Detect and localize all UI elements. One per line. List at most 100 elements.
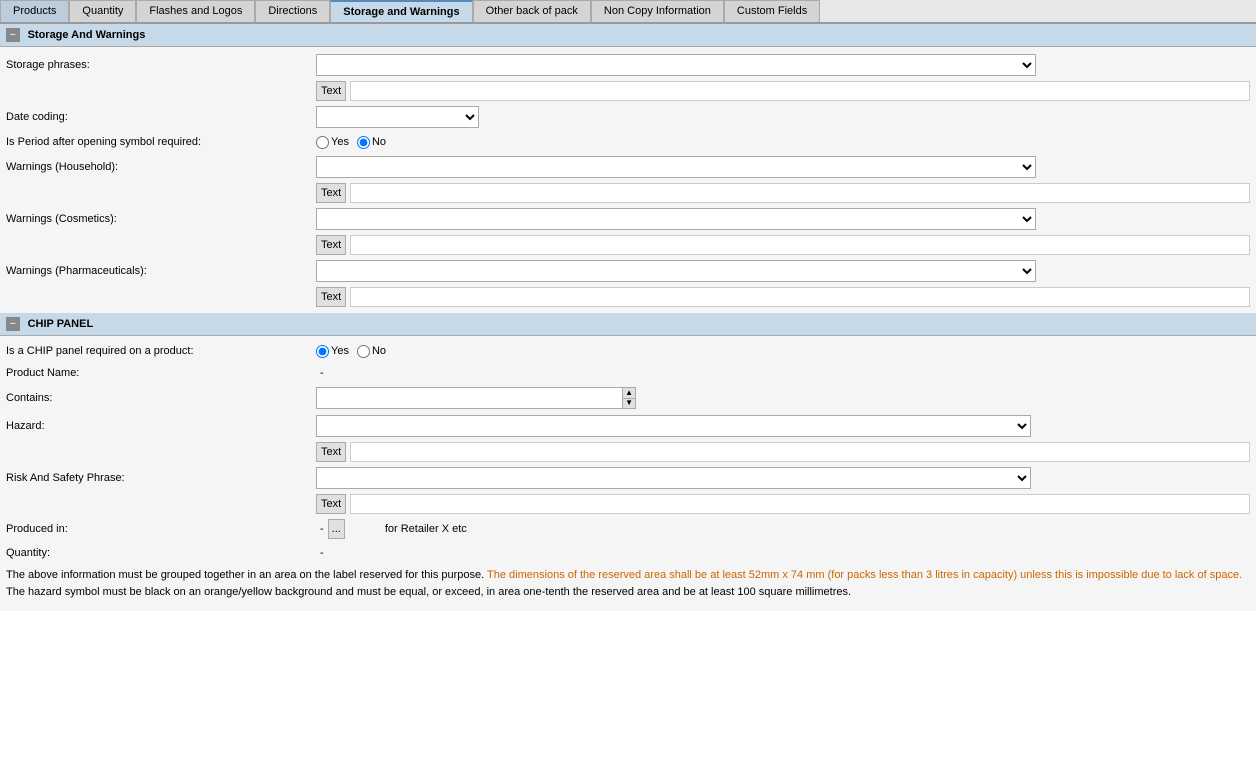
warnings-cosmetics-select[interactable] xyxy=(316,208,1036,230)
storage-phrases-control xyxy=(316,54,1250,76)
produced-browse-btn[interactable]: ... xyxy=(328,519,345,539)
tab-other-back[interactable]: Other back of pack xyxy=(473,0,591,22)
hazard-text-row: Text xyxy=(0,440,1256,464)
date-coding-select[interactable] xyxy=(316,106,479,128)
tab-non-copy[interactable]: Non Copy Information xyxy=(591,0,724,22)
warnings-household-text-btn[interactable]: Text xyxy=(316,183,346,203)
period-label: Is Period after opening symbol required: xyxy=(6,136,316,148)
contains-decrement-btn[interactable]: ▼ xyxy=(623,399,635,409)
risk-control xyxy=(316,467,1250,489)
warnings-household-text-input[interactable] xyxy=(350,183,1250,203)
section-chip-panel-header: – CHIP PANEL xyxy=(0,313,1256,336)
risk-label: Risk And Safety Phrase: xyxy=(6,472,316,484)
chip-panel-form: Is a CHIP panel required on a product: Y… xyxy=(0,336,1256,611)
warnings-household-label: Warnings (Household): xyxy=(6,161,316,173)
hazard-control xyxy=(316,415,1250,437)
storage-text-input[interactable] xyxy=(350,81,1250,101)
warnings-household-select[interactable] xyxy=(316,156,1036,178)
risk-text-row: Text xyxy=(0,492,1256,516)
chip-required-label: Is a CHIP panel required on a product: xyxy=(6,345,316,357)
for-retailer-text: for Retailer X etc xyxy=(385,523,467,535)
warnings-pharma-row: Warnings (Pharmaceuticals): xyxy=(0,257,1256,285)
tab-custom-fields[interactable]: Custom Fields xyxy=(724,0,820,22)
contains-label: Contains: xyxy=(6,392,316,404)
quantity-value: - xyxy=(316,547,324,559)
contains-control: ▲ ▼ xyxy=(316,387,1250,409)
tab-directions[interactable]: Directions xyxy=(255,0,330,22)
contains-spinner: ▲ ▼ xyxy=(316,387,636,409)
quantity-row: Quantity: - xyxy=(0,542,1256,564)
chip-radio-group: Yes No xyxy=(316,345,1250,358)
tab-quantity[interactable]: Quantity xyxy=(69,0,136,22)
storage-phrases-text-row: Text xyxy=(0,79,1256,103)
section-chip-title: CHIP PANEL xyxy=(28,318,94,330)
risk-text-btn[interactable]: Text xyxy=(316,494,346,514)
date-coding-row: Date coding: xyxy=(0,103,1256,131)
period-yes-radio[interactable] xyxy=(316,136,329,149)
warnings-pharma-text-btn[interactable]: Text xyxy=(316,287,346,307)
period-no-label[interactable]: No xyxy=(357,136,386,149)
hazard-row: Hazard: xyxy=(0,412,1256,440)
quantity-label: Quantity: xyxy=(6,547,316,559)
produced-dash: - xyxy=(316,523,324,535)
product-name-label: Product Name: xyxy=(6,367,316,379)
warnings-household-control xyxy=(316,156,1250,178)
produced-row: Produced in: - ... for Retailer X etc xyxy=(0,516,1256,542)
risk-row: Risk And Safety Phrase: xyxy=(0,464,1256,492)
collapse-storage-btn[interactable]: – xyxy=(6,28,20,42)
risk-select[interactable] xyxy=(316,467,1031,489)
date-coding-control xyxy=(316,106,1250,128)
notice-line1-pre: The above information must be grouped to… xyxy=(6,569,487,581)
contains-row: Contains: ▲ ▼ xyxy=(0,384,1256,412)
warnings-pharma-text-input[interactable] xyxy=(350,287,1250,307)
chip-no-label[interactable]: No xyxy=(357,345,386,358)
contains-increment-btn[interactable]: ▲ xyxy=(623,388,635,399)
period-row: Is Period after opening symbol required:… xyxy=(0,131,1256,153)
warnings-pharma-text-row: Text xyxy=(0,285,1256,309)
storage-phrases-label: Storage phrases: xyxy=(6,59,316,71)
tab-flashes-logos[interactable]: Flashes and Logos xyxy=(136,0,255,22)
product-name-value: - xyxy=(316,367,1250,379)
contains-input[interactable] xyxy=(317,388,622,408)
warnings-cosmetics-text-input[interactable] xyxy=(350,235,1250,255)
warnings-cosmetics-text-row: Text xyxy=(0,233,1256,257)
period-no-radio[interactable] xyxy=(357,136,370,149)
period-yes-label[interactable]: Yes xyxy=(316,136,349,149)
warnings-household-text-row: Text xyxy=(0,181,1256,205)
date-coding-label: Date coding: xyxy=(6,111,316,123)
warnings-household-row: Warnings (Household): xyxy=(0,153,1256,181)
hazard-select[interactable] xyxy=(316,415,1031,437)
tab-bar: Products Quantity Flashes and Logos Dire… xyxy=(0,0,1256,24)
warnings-cosmetics-control xyxy=(316,208,1250,230)
warnings-pharma-control xyxy=(316,260,1250,282)
chip-no-radio[interactable] xyxy=(357,345,370,358)
warnings-cosmetics-label: Warnings (Cosmetics): xyxy=(6,213,316,225)
notice-area: The above information must be grouped to… xyxy=(0,564,1256,607)
collapse-chip-btn[interactable]: – xyxy=(6,317,20,331)
storage-phrases-row: Storage phrases: xyxy=(0,51,1256,79)
tab-products[interactable]: Products xyxy=(0,0,69,22)
section-storage-warnings-title: Storage And Warnings xyxy=(28,29,146,41)
hazard-text-btn[interactable]: Text xyxy=(316,442,346,462)
chip-yes-radio[interactable] xyxy=(316,345,329,358)
contains-spinner-btns: ▲ ▼ xyxy=(622,388,635,408)
warnings-cosmetics-text-btn[interactable]: Text xyxy=(316,235,346,255)
chip-yes-label[interactable]: Yes xyxy=(316,345,349,358)
storage-text-btn[interactable]: Text xyxy=(316,81,346,101)
storage-phrases-select[interactable] xyxy=(316,54,1036,76)
hazard-text-input[interactable] xyxy=(350,442,1250,462)
notice-line1-highlight: The dimensions of the reserved area shal… xyxy=(487,569,1242,581)
risk-text-input[interactable] xyxy=(350,494,1250,514)
hazard-label: Hazard: xyxy=(6,420,316,432)
notice-line2: The hazard symbol must be black on an or… xyxy=(6,585,1250,600)
warnings-pharma-select[interactable] xyxy=(316,260,1036,282)
product-name-row: Product Name: - xyxy=(0,362,1256,384)
warnings-pharma-label: Warnings (Pharmaceuticals): xyxy=(6,265,316,277)
tab-storage-warnings[interactable]: Storage and Warnings xyxy=(330,0,472,22)
warnings-cosmetics-row: Warnings (Cosmetics): xyxy=(0,205,1256,233)
chip-required-row: Is a CHIP panel required on a product: Y… xyxy=(0,340,1256,362)
notice-line1: The above information must be grouped to… xyxy=(6,568,1250,583)
section-storage-warnings-header: – Storage And Warnings xyxy=(0,24,1256,47)
period-radio-group: Yes No xyxy=(316,136,1250,149)
storage-warnings-form: Storage phrases: Text Date coding: Is Pe… xyxy=(0,47,1256,313)
